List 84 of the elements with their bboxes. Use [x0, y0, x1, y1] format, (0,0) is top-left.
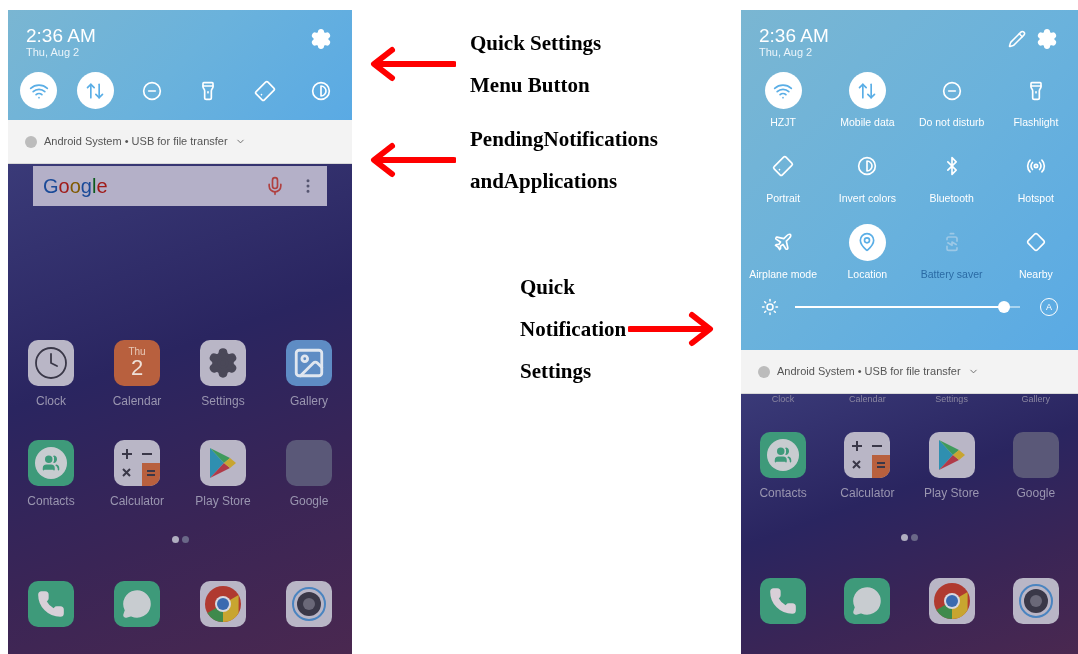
minus-circle-icon — [141, 80, 162, 101]
search-bar[interactable]: Google — [33, 166, 327, 206]
app-label: Clock — [770, 394, 796, 404]
settings-icon[interactable] — [1036, 28, 1058, 50]
search-logo: Google — [43, 174, 109, 199]
app-label: Play Store — [195, 493, 251, 510]
settings-icon[interactable] — [310, 28, 332, 50]
annotation-text: PendingNotifications — [470, 126, 658, 153]
brightness-icon — [761, 298, 779, 317]
tile-label: Flashlight — [1013, 115, 1059, 130]
tile-label: Nearby — [1018, 266, 1053, 282]
chrome-app-icon[interactable] — [200, 581, 246, 627]
tile-label: HZJT — [770, 115, 796, 130]
quick-toggle[interactable] — [20, 72, 57, 109]
annotation-text: Notification — [520, 316, 627, 343]
annotation-text: andApplications — [470, 168, 619, 195]
app-label: Google — [1016, 485, 1056, 502]
annotation-text: Settings — [520, 358, 593, 385]
annotation-text: Quick — [520, 274, 576, 301]
date-text: Thu, Aug 2 — [26, 47, 81, 58]
notification-text: Android System • USB for file transfer — [44, 134, 228, 150]
diamond-icon — [1025, 232, 1046, 252]
tile-label: Location — [847, 266, 888, 282]
app-label: Calculator — [110, 493, 164, 510]
calendar-day: 2 — [130, 357, 144, 379]
gallery-app-icon[interactable] — [286, 340, 332, 386]
calculator-app-icon[interactable] — [844, 432, 891, 478]
app-label: Calendar — [848, 394, 887, 404]
contrast-icon — [311, 80, 332, 101]
camera-app-icon[interactable] — [286, 581, 332, 627]
quick-tile[interactable] — [848, 72, 886, 109]
annotation-text: Menu Button — [470, 72, 591, 99]
tile-label: Hotspot — [1017, 190, 1054, 206]
tile-label: Do not disturb — [918, 115, 985, 130]
contacts-app-icon[interactable] — [28, 440, 74, 486]
app-label: Calendar — [112, 393, 162, 410]
app-label: Google — [289, 493, 329, 510]
phone-app-icon[interactable] — [760, 578, 807, 624]
app-label: Calculator — [840, 485, 895, 502]
camera-app-icon[interactable] — [1012, 578, 1059, 624]
airplane-icon — [773, 232, 794, 252]
phone-app-icon[interactable] — [28, 581, 74, 627]
date-text: Thu, Aug 2 — [759, 47, 814, 58]
tile-label: Invert colors — [838, 190, 896, 206]
app-label: Clock — [36, 393, 66, 410]
tile-label: Battery saver — [920, 266, 983, 282]
tile-label: Portrait — [766, 190, 801, 206]
app-label: Contacts — [759, 485, 807, 502]
settings-app-icon[interactable] — [200, 340, 246, 386]
app-label: Gallery — [290, 393, 328, 410]
minus-circle-icon — [941, 80, 962, 101]
notification-app-icon — [758, 365, 770, 378]
play-store-app-icon[interactable] — [928, 432, 975, 478]
notification-bar[interactable]: Android System • USB for file transfer — [8, 120, 352, 164]
messages-app-icon[interactable] — [114, 581, 160, 627]
chrome-app-icon[interactable] — [928, 578, 975, 624]
messages-app-icon[interactable] — [844, 578, 891, 624]
app-label: Gallery — [1020, 394, 1052, 404]
app-label: Play Store — [923, 485, 980, 502]
calendar-app-icon[interactable]: Thu 2 — [114, 340, 160, 386]
tile-label: Bluetooth — [929, 190, 974, 206]
quick-tile[interactable] — [764, 72, 802, 109]
clock-time: 2:36 AM — [26, 26, 97, 45]
contacts-app-icon[interactable] — [760, 432, 807, 478]
annotation-text: Quick Settings — [470, 30, 602, 57]
microphone-icon[interactable] — [265, 176, 285, 196]
clock-time: 2:36 AM — [759, 26, 830, 45]
slider-thumb[interactable] — [998, 301, 1011, 314]
calculator-app-icon[interactable] — [114, 440, 160, 486]
quick-tile[interactable] — [848, 223, 886, 261]
notification-bar[interactable]: Android System • USB for file transfer — [741, 350, 1078, 394]
quick-toggle[interactable] — [76, 72, 114, 109]
tile-label: Airplane mode — [749, 266, 817, 282]
notification-app-icon — [25, 135, 37, 148]
notification-text: Android System • USB for file transfer — [777, 364, 961, 380]
app-label: Settings — [934, 394, 969, 404]
play-store-app-icon[interactable] — [200, 440, 246, 486]
tile-label: Mobile data — [840, 115, 895, 130]
contrast-icon — [857, 156, 878, 177]
calendar-weekday: Thu — [128, 347, 146, 357]
app-label: Contacts — [27, 493, 75, 510]
app-label: Settings — [201, 393, 245, 410]
pencil-icon[interactable] — [1008, 30, 1026, 48]
clock-app-icon[interactable] — [28, 340, 74, 386]
